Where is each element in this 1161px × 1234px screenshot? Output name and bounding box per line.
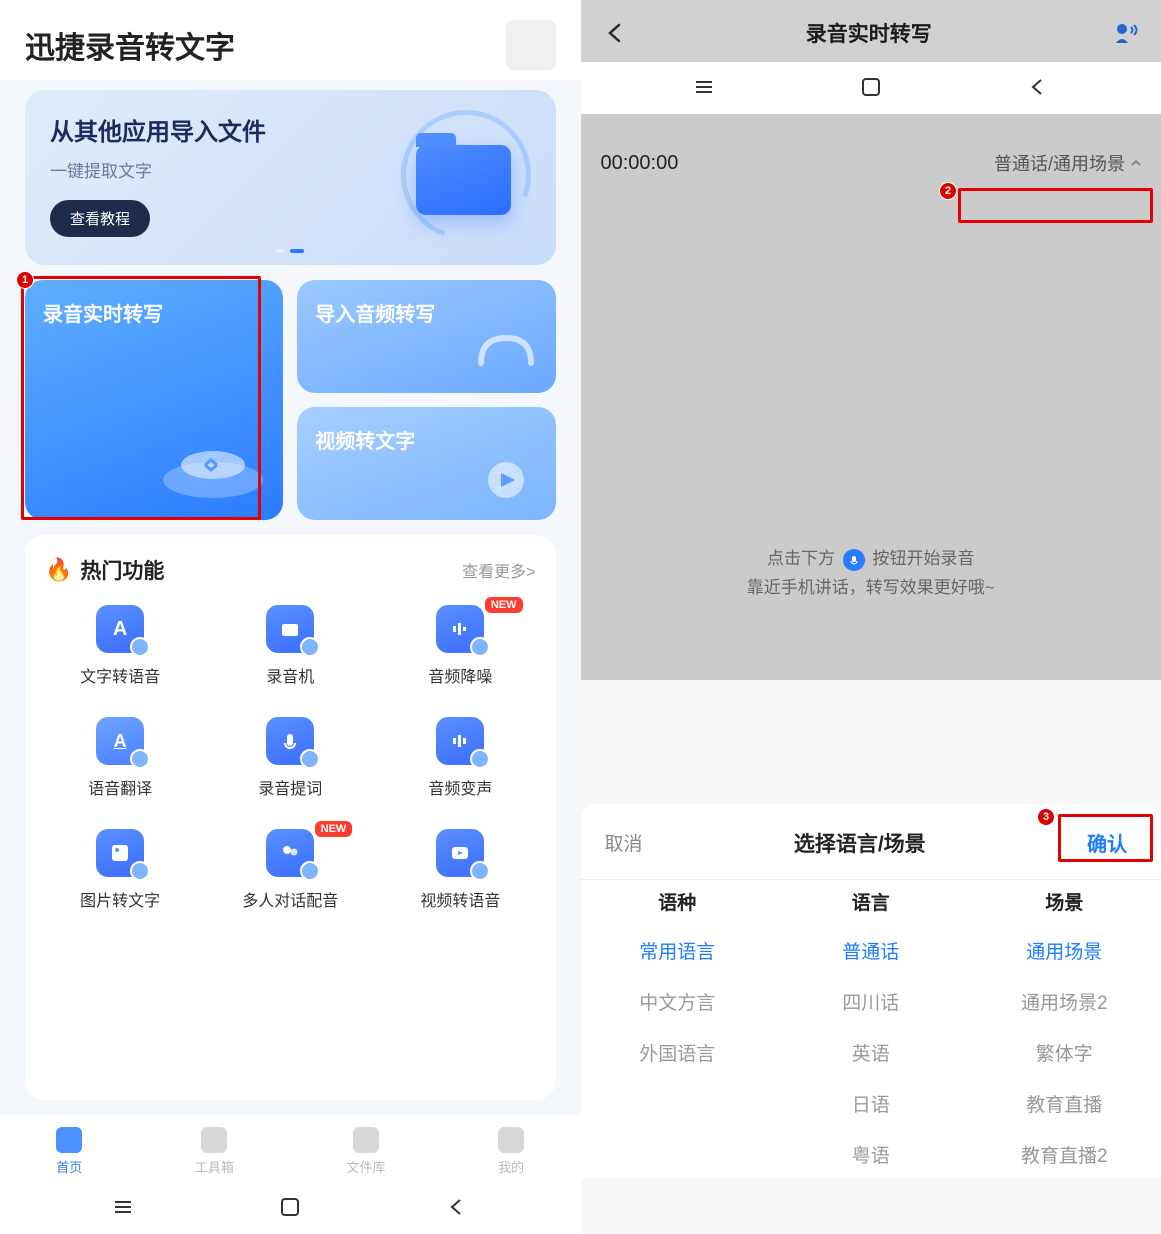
banner-button[interactable]: 查看教程: [50, 200, 150, 237]
timer-display: 00:00:00: [601, 152, 679, 175]
tab-toolbox[interactable]: 工具箱: [195, 1127, 234, 1176]
hot-item-denoise[interactable]: NEW 音频降噪: [380, 605, 540, 687]
hot-item-tts[interactable]: A 文字转语音: [40, 605, 200, 687]
picker-tab-language-type: 语种: [581, 888, 775, 915]
flame-icon: 🔥: [45, 557, 72, 583]
hot-features-panel: 🔥 热门功能 查看更多> A 文字转语音 录音机 NEW 音频降噪 A 语音翻译: [25, 535, 556, 1100]
new-badge: NEW: [485, 597, 523, 613]
folder-icon: [381, 105, 541, 250]
toolbox-icon: [201, 1127, 227, 1153]
system-nav-bar: [581, 62, 1161, 114]
tab-mine[interactable]: 我的: [498, 1127, 524, 1176]
home-icon: [56, 1127, 82, 1153]
tab-files[interactable]: 文件库: [347, 1127, 386, 1176]
cancel-button[interactable]: 取消: [605, 829, 643, 856]
menu-icon[interactable]: [693, 76, 715, 98]
see-more-link[interactable]: 查看更多>: [462, 558, 535, 582]
folder-icon: [353, 1127, 379, 1153]
annotation-badge-3: 3: [1037, 808, 1055, 826]
language-picker-sheet: 取消 选择语言/场景 确认 3 语种 语言 场景 常用语言 中文方言 外国语言 …: [581, 804, 1161, 1178]
play-icon: [456, 440, 546, 510]
feature-import-audio[interactable]: 导入音频转写: [297, 280, 555, 393]
system-nav-bar: [0, 1182, 581, 1234]
home-sys-icon[interactable]: [860, 76, 882, 98]
hot-item-teleprompter[interactable]: 录音提词: [210, 717, 370, 799]
promo-banner[interactable]: 从其他应用导入文件 一键提取文字 查看教程: [25, 90, 556, 265]
profile-icon: [498, 1127, 524, 1153]
hot-item-voice-change[interactable]: 音频变声: [380, 717, 540, 799]
feature-realtime-transcribe[interactable]: 录音实时转写: [25, 280, 283, 520]
app-title: 迅捷录音转文字: [25, 23, 235, 67]
avatar[interactable]: [506, 20, 556, 70]
annotation-badge-2: 2: [939, 182, 957, 200]
hot-item-recorder[interactable]: 录音机: [210, 605, 370, 687]
confirm-button[interactable]: 确认: [1077, 822, 1137, 863]
annotation-badge-1: 1: [16, 271, 34, 289]
back-sys-icon[interactable]: [1027, 76, 1049, 98]
chevron-up-icon: [1129, 156, 1143, 170]
picker-tab-language: 语言: [774, 888, 968, 915]
feature-label: 视频转文字: [315, 431, 415, 453]
back-sys-icon[interactable]: [446, 1196, 468, 1218]
feature-label: 录音实时转写: [43, 304, 163, 326]
hot-item-ocr[interactable]: 图片转文字: [40, 829, 200, 911]
picker-col-language-type[interactable]: 常用语言 中文方言 外国语言: [581, 937, 775, 1168]
bottom-tabbar: 首页 工具箱 文件库 我的: [0, 1115, 581, 1182]
mic-icon: [843, 549, 865, 571]
language-selector[interactable]: 普通话/通用场景: [986, 145, 1151, 181]
picker-tab-scene: 场景: [968, 888, 1161, 915]
home-sys-icon[interactable]: [279, 1196, 301, 1218]
menu-icon[interactable]: [112, 1196, 134, 1218]
feature-video-to-text[interactable]: 视频转文字: [297, 407, 555, 520]
sheet-title: 选择语言/场景: [794, 828, 926, 858]
hot-item-multi-dub[interactable]: NEW 多人对话配音: [210, 829, 370, 911]
hot-title: 🔥 热门功能: [45, 555, 164, 585]
tab-home[interactable]: 首页: [56, 1127, 82, 1176]
record-icon: [133, 390, 273, 510]
recording-hint: 点击下方 按钮开始录音 靠近手机讲话，转写效果更好哦~: [581, 545, 1161, 603]
picker-col-language[interactable]: 普通话 四川话 英语 日语 粤语: [774, 937, 968, 1168]
hot-item-translate[interactable]: A 语音翻译: [40, 717, 200, 799]
carousel-dots: [276, 249, 304, 253]
hot-item-video-tts[interactable]: 视频转语音: [380, 829, 540, 911]
app-header: 迅捷录音转文字: [0, 0, 581, 80]
new-badge: NEW: [315, 821, 353, 837]
feature-label: 导入音频转写: [315, 304, 435, 326]
headphone-icon: [456, 313, 546, 383]
picker-col-scene[interactable]: 通用场景 通用场景2 繁体字 教育直播 教育直播2: [968, 937, 1161, 1168]
